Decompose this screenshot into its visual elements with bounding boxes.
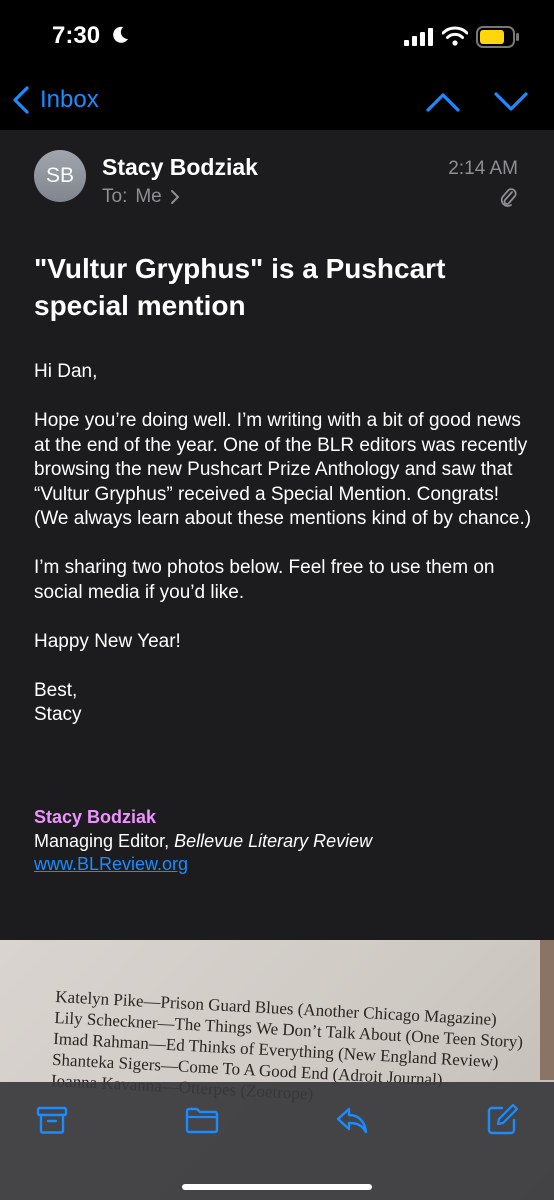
signature-title-prefix: Managing Editor, (34, 830, 175, 851)
sender-avatar[interactable]: SB (34, 150, 86, 202)
message-subject: "Vultur Gryphus" is a Pushcart special m… (34, 253, 446, 321)
signature-name: Stacy Bodziak (34, 807, 157, 827)
message-body: Hi Dan, Hope you’re doing well. I’m writ… (34, 360, 534, 728)
chevron-right-icon (170, 190, 180, 204)
signature-title: Managing Editor, Bellevue Literary Revie… (34, 830, 372, 854)
message-time: 2:14 AM (448, 158, 518, 179)
next-message-chevron-down-icon[interactable] (492, 84, 530, 118)
folder-icon[interactable] (184, 1102, 220, 1138)
closing-name: Stacy (34, 704, 82, 725)
greeting: Hi Dan, (34, 361, 98, 382)
cellular-signal-icon (404, 28, 433, 46)
status-bar: 7:30 (0, 0, 554, 72)
status-time: 7:30 (52, 22, 101, 49)
wifi-icon (442, 26, 468, 46)
signature: Stacy Bodziak Managing Editor, Bellevue … (34, 806, 372, 877)
home-indicator (182, 1184, 372, 1190)
to-label: To: (102, 186, 128, 207)
paperclip-icon (500, 188, 517, 207)
signature-publication: Bellevue Literary Review (174, 830, 373, 851)
battery-icon (476, 26, 519, 48)
back-label: Inbox (40, 86, 99, 113)
message-view: SB Stacy Bodziak To: Me 2:14 AM "Vultur … (0, 130, 554, 940)
archive-icon[interactable] (34, 1102, 70, 1138)
sender-name[interactable]: Stacy Bodziak (102, 154, 258, 181)
compose-icon[interactable] (484, 1102, 520, 1138)
moon-icon (113, 26, 128, 43)
back-to-inbox-button[interactable]: Inbox (12, 82, 99, 118)
bottom-toolbar (0, 1082, 554, 1200)
body-paragraph-2: I’m sharing two photos below. Feel free … (34, 557, 495, 603)
recipient-name: Me (135, 186, 162, 207)
body-paragraph-3: Happy New Year! (34, 630, 181, 652)
navigation-bar: Inbox (0, 72, 554, 130)
body-paragraph-1: Hope you’re doing well. I’m writing with… (34, 410, 532, 529)
recipient-row[interactable]: To: Me (102, 186, 180, 208)
reply-icon[interactable] (334, 1102, 370, 1138)
previous-message-chevron-up-icon[interactable] (424, 84, 462, 118)
chevron-left-icon (13, 86, 29, 114)
closing: Best, (34, 679, 78, 701)
signature-website-link[interactable]: www.BLReview.org (34, 853, 372, 877)
